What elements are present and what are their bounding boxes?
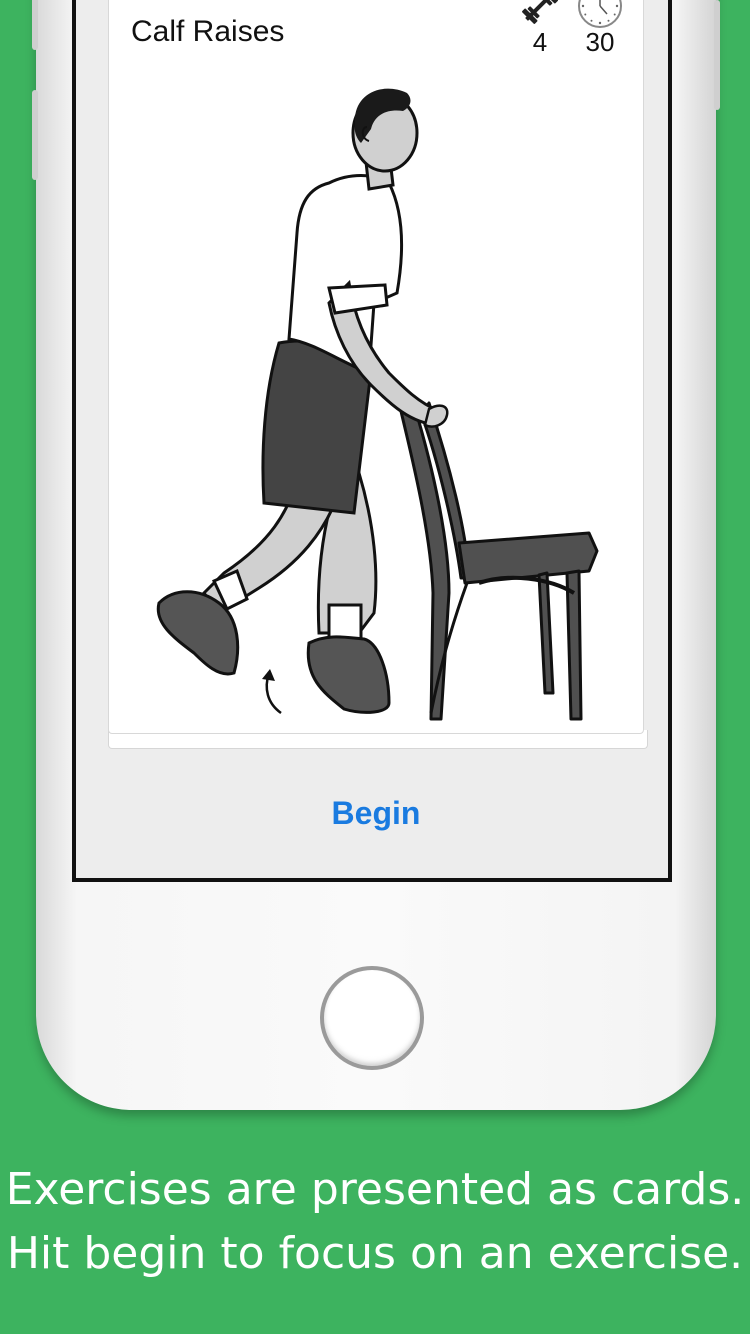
phone-power-button <box>714 0 720 110</box>
timer-value: 30 <box>585 27 615 57</box>
app-screen: Calf Raises 4 30 Begin <box>72 0 672 882</box>
caption-line-1: Exercises are presented as cards. <box>5 1164 745 1215</box>
caption-line-2: Hit begin to focus on an exercise. <box>6 1228 744 1279</box>
exercise-illustration <box>156 88 599 721</box>
phone-volume-button <box>32 90 38 180</box>
exercise-card[interactable]: Calf Raises 4 30 <box>108 0 644 734</box>
weight-value: 4 <box>532 27 548 57</box>
timer-stat: 30 <box>575 0 625 58</box>
front-shoe <box>306 635 391 714</box>
begin-button[interactable]: Begin <box>76 795 676 832</box>
phone-frame: Calf Raises 4 30 Begin <box>32 0 720 1110</box>
clock-icon <box>578 0 622 28</box>
phone-side-button <box>32 0 38 50</box>
dumbbell-icon <box>522 0 558 24</box>
chair-illustration <box>397 393 599 721</box>
exercise-title: Calf Raises <box>131 15 285 48</box>
promo-caption: Exercises are presented as cards. Hit be… <box>0 1158 750 1286</box>
home-button[interactable] <box>320 966 424 1070</box>
weight-stat: 4 <box>515 0 565 58</box>
